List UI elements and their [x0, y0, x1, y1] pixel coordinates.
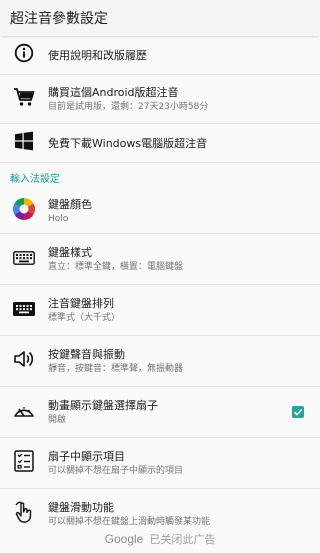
pref-sound-vibration-summary: 靜音，按鍵音：標準聲，無振動器 [48, 363, 184, 374]
app-bar: 超注音參數設定 [0, 0, 320, 36]
pref-fan-animation-title: 動畫顯示鍵盤選擇扇子 [48, 398, 158, 412]
fan-gauge-icon [13, 401, 35, 423]
pref-windows[interactable]: 免費下載Windows電腦版超注音 [0, 124, 320, 163]
pref-keyboard-swipe-summary: 可以關掉不想在鍵盤上滑動時觸發某功能 [48, 516, 211, 526]
pref-buy-summary: 目前是試用版，還剩：27天23小時58分 [48, 101, 209, 112]
swipe-hand-icon [13, 500, 35, 525]
cart-icon [13, 87, 35, 111]
ad-brand: Google [104, 532, 144, 546]
pref-keyboard-color-summary: Holo [48, 213, 69, 224]
pref-help-title: 使用說明和改版履歷 [48, 48, 147, 62]
pref-keyboard-color[interactable]: 鍵盤顏色 Holo [0, 189, 320, 234]
pref-keyboard-style-title: 鍵盤樣式 [48, 245, 92, 259]
windows-logo-icon [14, 131, 34, 155]
keyboard-dark-icon [13, 301, 35, 320]
pref-fan-animation-summary: 開啟 [48, 414, 67, 425]
checklist-icon [14, 450, 34, 476]
pref-fan-items[interactable]: 扇子中顯示項目 可以關掉不想在扇子中顯示的項目 [0, 438, 320, 489]
pref-fan-animation[interactable]: 動畫顯示鍵盤選擇扇子 開啟 [0, 387, 320, 438]
settings-list[interactable]: 使用說明和改版履歷 購買這個Android版超注音 目前是試用版，還剩：27天2… [0, 36, 320, 525]
pref-help[interactable]: 使用說明和改版履歷 [0, 36, 320, 75]
fan-animation-checkbox[interactable] [292, 406, 304, 418]
pref-fan-items-title: 扇子中顯示項目 [48, 449, 125, 463]
pref-keyboard-color-title: 鍵盤顏色 [48, 197, 92, 211]
section-header-ime: 輸入法設定 [10, 174, 60, 185]
color-wheel-icon [12, 197, 36, 225]
pref-keyboard-swipe-title: 鍵盤滑動功能 [48, 500, 114, 514]
info-icon [14, 43, 34, 67]
pref-zhuyin-layout[interactable]: 注音鍵盤排列 標準式（大千式） [0, 285, 320, 336]
pref-buy-title: 購買這個Android版超注音 [48, 85, 179, 99]
pref-buy[interactable]: 購買這個Android版超注音 目前是試用版，還剩：27天23小時58分 [0, 75, 320, 124]
pref-sound-vibration-title: 按鍵聲音與振動 [48, 347, 125, 361]
pref-keyboard-style[interactable]: 鍵盤樣式 直立：標準全鍵，橫置：電腦鍵盤 [0, 234, 320, 285]
page-title: 超注音參數設定 [10, 11, 108, 27]
checkmark-icon [293, 409, 303, 416]
pref-fan-items-summary: 可以關掉不想在扇子中顯示的項目 [48, 465, 184, 476]
speaker-icon [13, 349, 35, 373]
keyboard-icon [13, 250, 35, 269]
pref-windows-title: 免費下載Windows電腦版超注音 [48, 136, 208, 150]
pref-zhuyin-layout-summary: 標準式（大千式） [48, 312, 121, 323]
pref-keyboard-style-summary: 直立：標準全鍵，橫置：電腦鍵盤 [48, 261, 184, 272]
pref-zhuyin-layout-title: 注音鍵盤排列 [48, 296, 114, 310]
pref-keyboard-swipe[interactable]: 鍵盤滑動功能 可以關掉不想在鍵盤上滑動時觸發某功能 [0, 489, 320, 525]
ad-banner: Google 已关闭此广告 [0, 525, 320, 553]
ad-closed-text: 已关闭此广告 [149, 533, 216, 546]
pref-sound-vibration[interactable]: 按鍵聲音與振動 靜音，按鍵音：標準聲，無振動器 [0, 336, 320, 387]
